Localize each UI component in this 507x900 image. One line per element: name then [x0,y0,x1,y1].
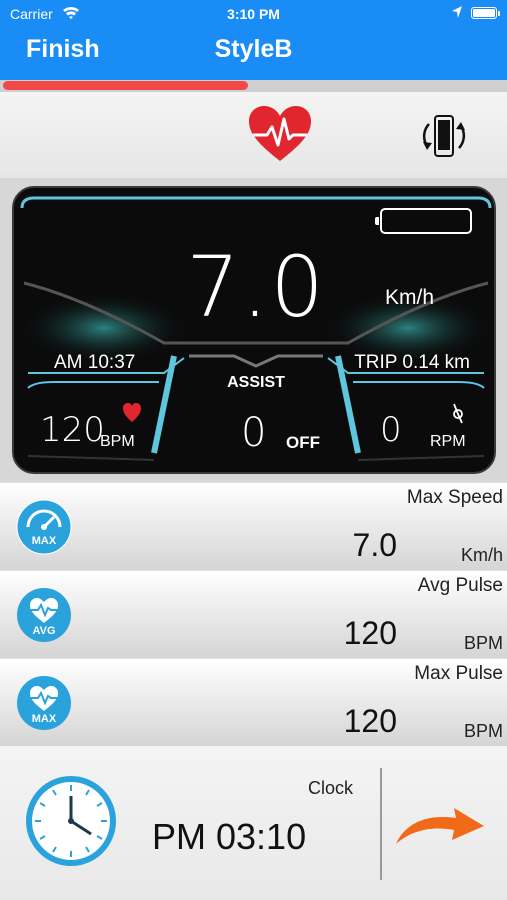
clock-icon [26,776,116,866]
heart-pulse-icon: AVG [17,588,71,642]
rpm-readout: 0 [380,410,402,450]
toolbar [0,92,507,178]
assist-state: OFF [286,433,320,452]
navigation-bar: Carrier 3:10 PM Finish StyleB [0,0,507,80]
assist-label: ASSIST [227,374,285,391]
dashboard-battery-icon [375,208,472,234]
stat-unit: Km/h [460,545,503,565]
progress-fill [3,81,248,90]
heart-icon [123,403,141,422]
pulse-readout: 120 [40,410,105,450]
stat-label: Max Speed [406,487,503,508]
arrow-right-icon[interactable] [394,804,486,848]
trip-distance: TRIP 0.14 km [354,352,470,373]
rotate-phone-icon[interactable] [415,114,473,158]
stat-unit: BPM [463,633,503,653]
stat-unit: BPM [463,721,503,741]
clock-panel: Clock PM 03:10 [0,746,507,900]
stat-value: 120 [343,703,397,739]
stat-row-avg-pulse: AVG Avg Pulse 120 BPM [0,570,507,658]
stat-label: Avg Pulse [417,575,503,596]
stat-value: 120 [343,615,397,651]
heart-pulse-icon: MAX [17,676,71,730]
clock-value: PM 03:10 [152,816,307,857]
status-time: 3:10 PM [227,6,280,22]
speedometer-icon: MAX [16,499,72,555]
pulse-unit: BPM [100,433,135,450]
dashboard-clock: AM 10:37 [54,352,136,373]
pedal-icon [453,403,463,424]
badge-label: MAX [32,535,57,547]
stat-label: Max Pulse [414,663,503,684]
divider [380,768,382,880]
status-bar: Carrier 3:10 PM [0,0,507,28]
stat-value: 7.0 [352,527,397,563]
badge-label: MAX [32,713,57,725]
badge-label: AVG [32,625,55,637]
speed-unit: Km/h [384,286,434,309]
heart-pulse-icon[interactable] [247,105,313,163]
location-icon [452,6,462,18]
dashboard: 7.0 Km/h AM 10:37 TRIP 0.14 km 120 BPM A… [12,186,496,474]
page-title: StyleB [214,35,293,63]
battery-icon [471,7,500,19]
progress-bar [0,80,507,92]
assist-level: 0 [241,410,267,456]
clock-label: Clock [308,778,354,798]
rpm-unit: RPM [430,433,466,450]
stat-row-max-pulse: MAX Max Pulse 120 BPM [0,658,507,746]
stat-row-max-speed: MAX Max Speed 7.0 Km/h [0,482,507,570]
